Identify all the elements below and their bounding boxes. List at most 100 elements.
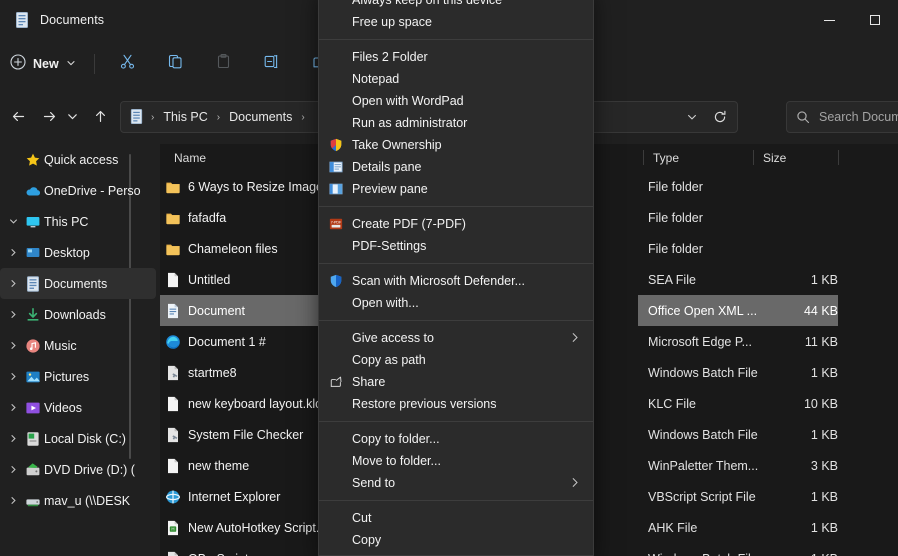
menu-item-label: Share [352,375,386,389]
breadcrumb-this-pc[interactable]: This PC [157,107,213,127]
chevron-down-icon[interactable] [4,217,22,226]
column-header-type[interactable]: Type [644,144,754,171]
sidebar-item-local-disk-c[interactable]: Local Disk (C:) [0,423,156,454]
menu-item-run-as-administrator[interactable]: Run as administrator [319,112,593,134]
sidebar-item-documents[interactable]: Documents [0,268,156,299]
menu-item-give-access-to[interactable]: Give access to [319,327,593,349]
sidebar-item-label: Quick access [44,152,119,167]
menu-item-share[interactable]: Share [319,371,593,393]
menu-item-free-up-space[interactable]: Free up space [319,11,593,33]
menu-item-pdf-settings[interactable]: PDF-Settings [319,235,593,257]
chevron-right-icon[interactable] [4,248,22,257]
sidebar-item-mav-u-desk[interactable]: mav_u (\\DESK [0,485,156,516]
menu-separator [319,500,593,501]
sidebar-item-label: OneDrive - Perso [44,183,141,198]
defender-shield-icon [329,274,343,288]
networkdrive-icon [22,493,44,509]
menu-item-take-ownership[interactable]: Take Ownership [319,134,593,156]
sidebar-item-quick-access[interactable]: Quick access [0,144,156,175]
menu-item-move-to-folder[interactable]: Move to folder... [319,450,593,472]
refresh-icon [714,110,726,123]
menu-item-always-keep-on-this-device[interactable]: Always keep on this device [319,0,593,11]
menu-item-open-with-wordpad[interactable]: Open with WordPad [319,90,593,112]
menu-item-files-2-folder[interactable]: Files 2 Folder [319,46,593,68]
menu-item-copy-as-path[interactable]: Copy as path [319,349,593,371]
paste-button[interactable] [206,48,242,80]
menu-item-label: Copy to folder... [352,432,440,446]
menu-item-send-to[interactable]: Send to [319,472,593,494]
minimize-button[interactable] [806,0,852,40]
file-name-label: Document [188,303,245,318]
file-icon [165,458,181,474]
column-divider[interactable] [838,150,839,165]
menu-item-copy-to-folder[interactable]: Copy to folder... [319,428,593,450]
column-header-size[interactable]: Size [754,144,838,171]
sidebar-item-downloads[interactable]: Downloads [0,299,156,330]
script-icon [165,551,181,556]
breadcrumb-separator: › [301,111,305,123]
documents-folder-icon [14,12,30,28]
maximize-button[interactable] [852,0,898,40]
chevron-down-icon [67,113,77,119]
menu-item-label: Open with... [352,296,419,310]
chevron-right-icon[interactable] [4,496,22,505]
harddrive-icon [22,431,44,447]
menu-separator [319,421,593,422]
file-type-cell: File folder [648,241,703,256]
new-button[interactable]: New [4,48,85,80]
menu-item-label: Always keep on this device [352,0,503,7]
breadcrumb-separator: › [151,111,155,123]
rename-button[interactable] [254,48,290,80]
script-icon [165,365,181,381]
sidebar-item-this-pc[interactable]: This PC [0,206,156,237]
copy-icon [167,53,184,75]
plus-icon [10,53,26,75]
cut-button[interactable] [110,48,146,80]
back-button[interactable] [2,100,34,132]
chevron-down-icon [688,114,696,120]
chevron-right-icon[interactable] [4,310,22,319]
chevron-right-icon[interactable] [4,372,22,381]
menu-item-preview-pane[interactable]: Preview pane [319,178,593,200]
sidebar-item-music[interactable]: Music [0,330,156,361]
menu-item-label: Restore previous versions [352,397,497,411]
cloud-icon [22,183,44,199]
refresh-button[interactable] [707,104,733,130]
up-button[interactable] [84,100,116,132]
chevron-right-icon[interactable] [4,341,22,350]
menu-item-scan-with-microsoft-defender[interactable]: Scan with Microsoft Defender... [319,270,593,292]
search-box[interactable]: Search Docum [786,101,898,133]
menu-item-label: Copy as path [352,353,426,367]
menu-item-create-pdf-7-pdf[interactable]: 7-PDF Create PDF (7-PDF) [319,213,593,235]
menu-item-details-pane[interactable]: Details pane [319,156,593,178]
chevron-right-icon[interactable] [4,465,22,474]
file-name-label: System File Checker [188,427,304,442]
file-type-cell: Office Open XML ... [648,303,758,318]
copy-button[interactable] [158,48,194,80]
file-type-cell: AHK File [648,520,698,535]
chevron-right-icon[interactable] [4,279,22,288]
menu-item-open-with[interactable]: Open with... [319,292,593,314]
menu-item-label: Notepad [352,72,400,86]
file-name-label: Untitled [188,272,231,287]
file-size-cell: 1 KB [810,520,838,535]
breadcrumb-documents[interactable]: Documents [223,107,298,127]
menu-item-cut[interactable]: Cut [319,507,593,529]
sidebar-item-videos[interactable]: Videos [0,392,156,423]
menu-item-restore-previous-versions[interactable]: Restore previous versions [319,393,593,415]
sidebar-item-desktop[interactable]: Desktop [0,237,156,268]
sidebar-item-onedrive-perso[interactable]: OneDrive - Perso [0,175,156,206]
menu-item-label: Move to folder... [352,454,441,468]
sidebar-item-dvd-drive-d[interactable]: DVD Drive (D:) ( [0,454,156,485]
chevron-right-icon[interactable] [4,403,22,412]
chevron-right-icon[interactable] [4,434,22,443]
sidebar-item-pictures[interactable]: Pictures [0,361,156,392]
menu-item-label: Create PDF (7-PDF) [352,217,466,231]
file-name-label: Internet Explorer [188,489,281,504]
file-size-cell: 1 KB [810,365,838,380]
file-type-cell: Microsoft Edge P... [648,334,752,349]
menu-item-label: PDF-Settings [352,239,427,253]
menu-item-copy[interactable]: Copy [319,529,593,551]
address-dropdown-button[interactable] [679,104,705,130]
menu-item-notepad[interactable]: Notepad [319,68,593,90]
